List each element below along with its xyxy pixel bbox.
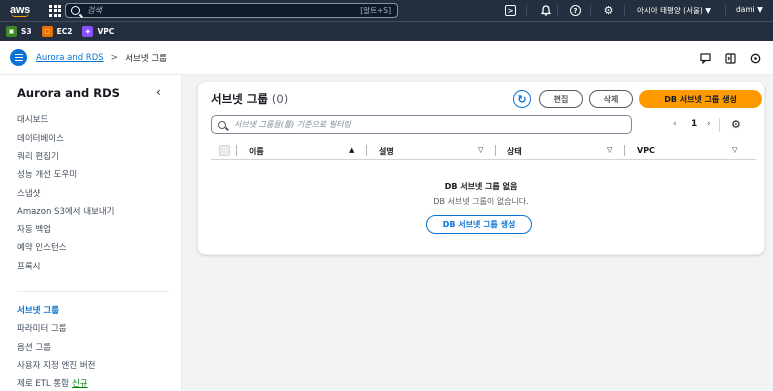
sidebar-item-label: 제로 ETL 통합: [17, 379, 69, 389]
help-icon[interactable]: ?: [570, 5, 581, 16]
empty-state-description: DB 서브넷 그룹이 없습니다.: [433, 197, 529, 206]
divider: [526, 5, 527, 16]
search-icon: [218, 120, 226, 129]
delete-button[interactable]: 삭제: [589, 90, 633, 108]
sidebar-item-performance-insights[interactable]: 성능 개선 도우미: [17, 168, 77, 180]
sidebar-item-s3-exports[interactable]: Amazon S3에서 내보내기: [17, 205, 114, 217]
favorites-bar: ▣ S3 ▢ EC2 ◈ VPC: [0, 21, 773, 41]
divider: [624, 5, 625, 16]
sidebar-item-dashboard[interactable]: 대시보드: [17, 113, 48, 125]
search-input[interactable]: 검색 [알트+S]: [65, 3, 398, 18]
column-header-description[interactable]: 설명: [379, 146, 394, 157]
sidebar-item-subnet-groups[interactable]: 서브넷 그룹: [17, 304, 59, 316]
table-preferences-gear-icon[interactable]: ⚙: [731, 118, 741, 131]
cloudshell-icon[interactable]: >: [505, 5, 516, 16]
notifications-bell-icon[interactable]: [539, 4, 552, 17]
sort-ascending-icon[interactable]: ▲: [349, 146, 354, 154]
table-header: 이름 ▲ 설명 ▽ 상태 ▽ VPC ▽: [211, 143, 756, 160]
next-page-icon[interactable]: ›: [707, 119, 711, 129]
hamburger-menu-icon[interactable]: [10, 49, 27, 66]
sidebar-item-query-editor[interactable]: 쿼리 편집기: [17, 150, 59, 162]
region-selector[interactable]: 아시아 태평양 (서울) ▼: [637, 5, 711, 16]
sidebar-title[interactable]: Aurora and RDS: [17, 86, 120, 100]
sidebar-item-option-groups[interactable]: 옵션 그룹: [17, 341, 51, 353]
column-divider: [366, 145, 367, 156]
filter-placeholder: 서브넷 그룹을(를) 기준으로 필터링: [234, 120, 351, 129]
divider: [590, 5, 591, 16]
ec2-service-icon: ▢: [41, 26, 53, 37]
sidebar-item-snapshots[interactable]: 스냅샷: [17, 187, 40, 199]
sidebar-item-databases[interactable]: 데이터베이스: [17, 132, 64, 144]
vpc-service-icon: ◈: [82, 26, 94, 37]
empty-state-create-button[interactable]: DB 서브넷 그룹 생성: [426, 215, 532, 234]
page-title: 서브넷 그룹 (0): [211, 91, 288, 107]
sidebar-item-automated-backups[interactable]: 자동 백업: [17, 223, 51, 235]
column-header-name[interactable]: 이름: [249, 146, 264, 157]
search-placeholder: 검색: [87, 6, 102, 15]
column-header-status[interactable]: 상태: [507, 146, 522, 157]
recent-activity-icon[interactable]: [750, 53, 761, 64]
new-badge: 신규: [71, 379, 88, 389]
favorite-ec2[interactable]: ▢ EC2: [41, 26, 73, 37]
column-divider: [495, 145, 496, 156]
sidebar-item-reserved-instances[interactable]: 예약 인스턴스: [17, 241, 67, 253]
divider: [725, 5, 726, 16]
breadcrumb-parent[interactable]: Aurora and RDS: [36, 53, 104, 63]
sidebar-divider: [17, 291, 169, 292]
favorite-label: VPC: [97, 27, 115, 36]
sidebar-item-zero-etl[interactable]: 제로 ETL 통합 신규: [17, 377, 88, 389]
aws-smile-icon: [11, 13, 29, 17]
refresh-icon[interactable]: ↻: [513, 90, 531, 108]
create-subnet-group-button[interactable]: DB 서브넷 그룹 생성: [639, 90, 762, 108]
breadcrumb-separator: >: [110, 52, 119, 63]
services-grid-icon[interactable]: [47, 3, 63, 19]
settings-gear-icon[interactable]: ⚙: [602, 4, 615, 17]
s3-service-icon: ▣: [6, 26, 17, 37]
item-count: (0): [271, 92, 289, 106]
close-sidebar-icon[interactable]: ‹: [156, 85, 161, 99]
breadcrumb-current: 서브넷 그룹: [125, 53, 168, 64]
sort-icon[interactable]: ▽: [607, 146, 612, 154]
top-nav-bar: aws 검색 [알트+S] > ? ⚙ 아시아 태평양 (서울) ▼ dami …: [0, 0, 773, 21]
subnet-groups-table-container: 서브넷 그룹 (0) ↻ 편집 삭제 DB 서브넷 그룹 생성 서브넷 그룹을(…: [197, 81, 765, 255]
account-menu[interactable]: dami ▼: [736, 5, 763, 14]
sidebar-item-proxies[interactable]: 프록시: [17, 260, 40, 272]
feedback-icon[interactable]: [700, 53, 711, 64]
favorite-vpc[interactable]: ◈ VPC: [82, 26, 114, 37]
sidebar-item-parameter-groups[interactable]: 파라미터 그룹: [17, 322, 67, 334]
edit-button[interactable]: 편집: [539, 90, 583, 108]
favorite-label: S3: [21, 27, 32, 36]
column-header-vpc[interactable]: VPC: [637, 146, 655, 155]
info-panel-icon[interactable]: [725, 53, 736, 64]
divider: [557, 5, 558, 16]
sort-icon[interactable]: ▽: [478, 146, 483, 154]
column-divider: [624, 145, 625, 156]
breadcrumb-bar: Aurora and RDS > 서브넷 그룹: [0, 41, 773, 75]
empty-state-title: DB 서브넷 그룹 없음: [444, 182, 518, 191]
sidebar-item-custom-engine-versions[interactable]: 사용자 지정 엔진 버전: [17, 359, 96, 371]
aws-logo[interactable]: aws: [6, 4, 34, 17]
previous-page-icon[interactable]: ‹: [673, 119, 677, 129]
select-all-checkbox[interactable]: [219, 145, 230, 156]
search-shortcut: [알트+S]: [360, 6, 391, 15]
filter-input[interactable]: 서브넷 그룹을(를) 기준으로 필터링: [211, 115, 632, 134]
favorite-s3[interactable]: ▣ S3: [6, 26, 32, 37]
search-icon: [71, 6, 80, 15]
divider: [719, 118, 720, 132]
side-navigation: Aurora and RDS ‹ 대시보드 데이터베이스 쿼리 편집기 성능 개…: [0, 75, 182, 391]
sort-icon[interactable]: ▽: [732, 146, 737, 154]
column-divider: [236, 145, 237, 156]
favorite-label: EC2: [56, 27, 73, 36]
title-text: 서브넷 그룹: [211, 92, 268, 106]
current-page-number[interactable]: 1: [691, 119, 697, 129]
